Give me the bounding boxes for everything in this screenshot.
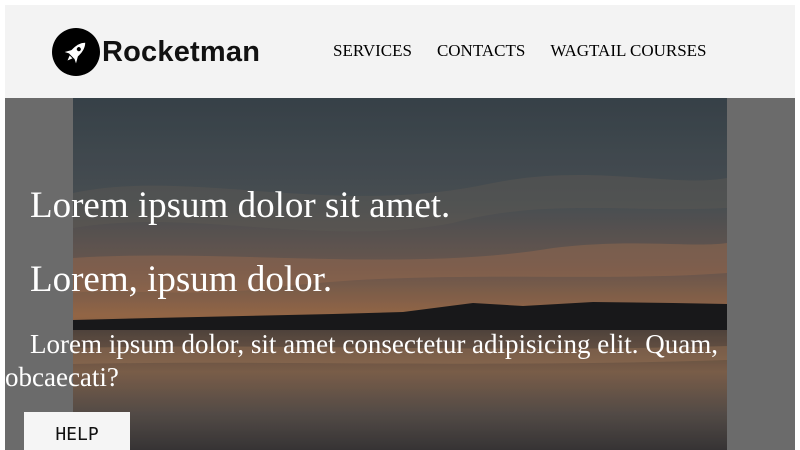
hero-text: Lorem ipsum dolor, sit amet consectetur … (5, 329, 719, 392)
brand-logo-link[interactable]: Rocketman (52, 27, 260, 77)
nav-item-contacts[interactable]: CONTACTS (437, 41, 525, 61)
nav-item-wagtail-courses[interactable]: WAGTAIL COURSES (550, 41, 706, 61)
help-button[interactable]: HELP (24, 412, 130, 450)
hero-subtitle: Lorem, ipsum dolor. (30, 259, 333, 300)
hero-section: Lorem ipsum dolor sit amet. Lorem, ipsum… (5, 98, 795, 450)
page: Rocketman SERVICES CONTACTS WAGTAIL COUR… (5, 5, 795, 450)
hero-title: Lorem ipsum dolor sit amet. (30, 185, 451, 226)
nav-item-services[interactable]: SERVICES (333, 41, 412, 61)
main-nav: SERVICES CONTACTS WAGTAIL COURSES (333, 41, 732, 61)
rocket-icon (52, 28, 100, 76)
brand-name: Rocketman (102, 35, 261, 68)
site-header: Rocketman SERVICES CONTACTS WAGTAIL COUR… (5, 5, 795, 98)
